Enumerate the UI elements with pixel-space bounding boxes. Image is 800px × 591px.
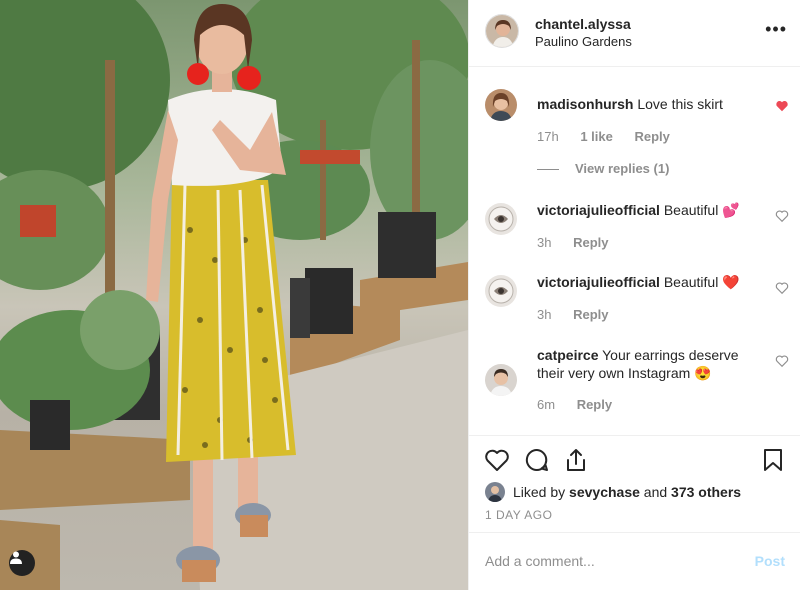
commenter-username[interactable]: catpeirce (537, 347, 598, 363)
commenter-avatar[interactable] (485, 203, 517, 235)
comment-text: madisonhursh Love this skirt (537, 95, 757, 113)
comment-input[interactable]: Add a comment... (485, 553, 595, 569)
comment-text: victoriajulieofficial Beautiful 💕 (537, 201, 757, 219)
comment-meta: 3h Reply (537, 307, 627, 322)
commenter-username[interactable]: madisonhursh (537, 96, 633, 112)
action-bar (469, 435, 800, 484)
likes-count[interactable]: 373 others (671, 484, 741, 500)
reply-button[interactable]: Reply (577, 397, 612, 412)
commenter-username[interactable]: victoriajulieofficial (537, 274, 660, 290)
comment-likes[interactable]: 1 like (580, 129, 613, 144)
comment-time[interactable]: 3h (537, 307, 551, 322)
user-icon (10, 551, 22, 564)
liked-heart-icon[interactable] (775, 99, 789, 113)
comment-meta: 3h Reply (537, 235, 627, 250)
avatar-image (485, 89, 517, 121)
comment-icon[interactable] (523, 446, 551, 474)
comment-text: victoriajulieofficial Beautiful ❤️ (537, 273, 757, 291)
author-avatar[interactable] (485, 14, 519, 48)
post-button[interactable]: Post (755, 553, 785, 569)
reply-button[interactable]: Reply (573, 307, 608, 322)
post-photo[interactable] (0, 0, 468, 590)
commenter-avatar[interactable] (485, 89, 517, 121)
heart-icon[interactable] (483, 446, 511, 474)
likes-connector: and (643, 484, 668, 500)
more-icon[interactable]: ••• (765, 20, 787, 38)
commenter-username[interactable]: victoriajulieofficial (537, 202, 660, 218)
comment-text: catpeirce Your earrings deserve their ve… (537, 346, 757, 382)
commenter-avatar[interactable] (485, 275, 517, 307)
comment-meta: 6m Reply (537, 397, 630, 412)
comment-body: Love this skirt (637, 96, 723, 112)
reply-button[interactable]: Reply (573, 235, 608, 250)
likes-summary: Liked by sevychase and 373 others (485, 482, 741, 502)
comment-time[interactable]: 6m (537, 397, 555, 412)
comment-body: Beautiful 💕 (663, 202, 740, 218)
likes-prefix: Liked by (513, 484, 566, 500)
reply-button[interactable]: Reply (634, 129, 669, 144)
comment-body: Beautiful ❤️ (663, 274, 740, 290)
bookmark-icon[interactable] (759, 446, 787, 474)
liker-avatar[interactable] (485, 482, 505, 502)
comment-meta: 17h 1 like Reply (537, 129, 688, 144)
post-panel: chantel.alyssa Paulino Gardens ••• madis… (468, 0, 800, 590)
heart-outline-icon[interactable] (775, 281, 789, 295)
tagged-users-button[interactable] (9, 550, 35, 576)
heart-outline-icon[interactable] (775, 209, 789, 223)
comments-list[interactable]: madisonhursh Love this skirt 17h 1 like … (469, 67, 800, 435)
post-header: chantel.alyssa Paulino Gardens ••• (469, 0, 800, 67)
view-replies-button[interactable]: View replies (1) (537, 161, 669, 176)
avatar-image (485, 364, 517, 396)
avatar-image (486, 15, 518, 47)
avatar-image (485, 203, 517, 235)
commenter-avatar[interactable] (485, 364, 517, 396)
share-icon[interactable] (562, 446, 590, 474)
photo-illustration (0, 0, 468, 590)
post-date[interactable]: 1 DAY AGO (485, 508, 552, 522)
comment-time[interactable]: 17h (537, 129, 559, 144)
liker-username[interactable]: sevychase (569, 484, 640, 500)
author-username[interactable]: chantel.alyssa (535, 16, 631, 32)
heart-outline-icon[interactable] (775, 354, 789, 368)
avatar-image (485, 275, 517, 307)
avatar-image (485, 482, 505, 502)
add-comment-bar: Add a comment... Post (469, 532, 800, 591)
comment-time[interactable]: 3h (537, 235, 551, 250)
post-location[interactable]: Paulino Gardens (535, 34, 632, 49)
